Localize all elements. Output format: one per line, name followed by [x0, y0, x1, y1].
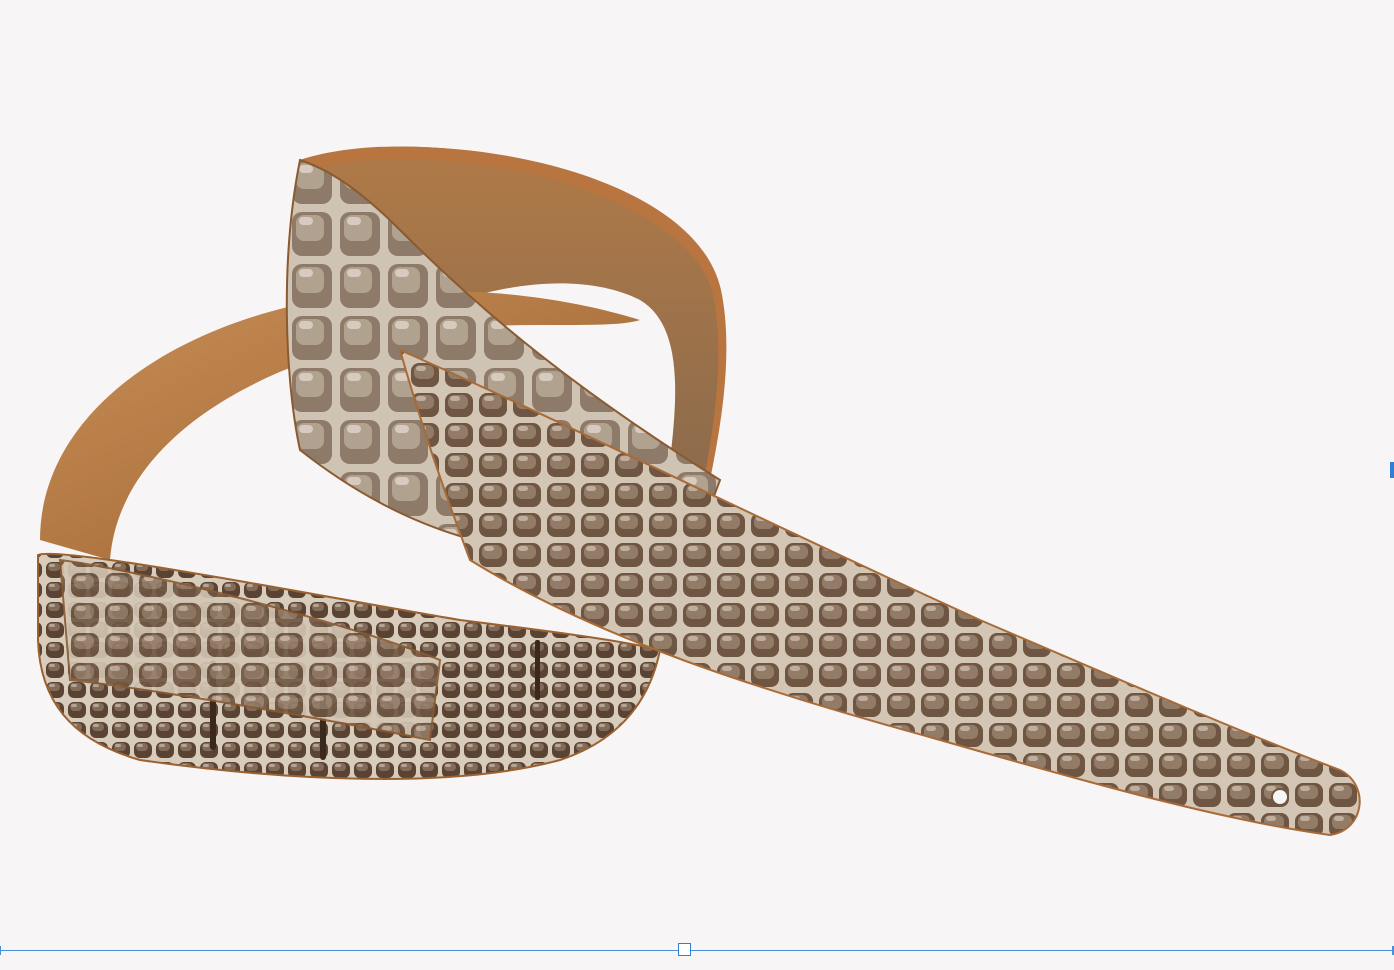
guitar-strap-photo	[37, 146, 1361, 837]
selection-bottom-edge	[0, 950, 1394, 951]
selection-left-tick	[0, 946, 1, 955]
resize-handle-bottom-center[interactable]	[678, 943, 691, 956]
resize-handle-right-edge[interactable]	[1390, 462, 1394, 478]
image-canvas[interactable]	[0, 0, 1394, 970]
strap-slit-3	[535, 640, 540, 700]
strap-button-hole	[1271, 788, 1289, 806]
